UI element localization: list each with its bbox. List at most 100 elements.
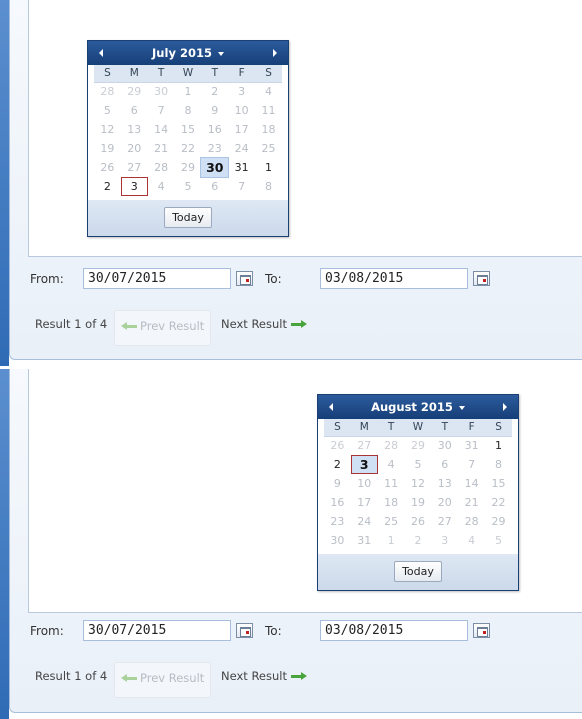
calendar-day[interactable]: 30 [324,531,351,550]
calendar-day[interactable]: 17 [351,493,378,512]
calendar-day[interactable]: 12 [405,474,432,493]
calendar-day[interactable]: 31 [228,158,255,177]
next-month-icon[interactable] [267,46,282,60]
calendar-day[interactable]: 28 [378,436,405,455]
calendar-day[interactable]: 5 [94,101,121,120]
calendar-day[interactable]: 4 [378,455,405,474]
calendar-day[interactable]: 8 [485,455,512,474]
calendar-day[interactable]: 14 [458,474,485,493]
calendar-day[interactable]: 13 [121,120,148,139]
calendar-day[interactable]: 26 [405,512,432,531]
calendar-day[interactable]: 30 [431,436,458,455]
calendar-day[interactable]: 27 [431,512,458,531]
calendar-day-focused[interactable]: 3 [120,177,148,196]
calendar-day[interactable]: 27 [121,158,148,177]
calendar-day[interactable]: 6 [201,177,228,196]
next-month-icon[interactable] [497,400,512,414]
calendar-day[interactable]: 20 [121,139,148,158]
calendar-day[interactable]: 18 [378,493,405,512]
from-calendar-icon[interactable] [236,623,253,638]
calendar-day[interactable]: 3 [228,82,255,101]
calendar-day[interactable]: 5 [405,455,432,474]
calendar-day[interactable]: 6 [121,101,148,120]
calendar-day[interactable]: 28 [94,82,121,101]
calendar-day[interactable]: 19 [405,493,432,512]
calendar-day[interactable]: 2 [201,82,228,101]
calendar-day-selected[interactable]: 30 [200,157,230,178]
calendar-month-title[interactable]: August 2015 [318,400,518,414]
calendar-day[interactable]: 20 [431,493,458,512]
calendar-day[interactable]: 17 [228,120,255,139]
calendar-day[interactable]: 4 [148,177,175,196]
today-button[interactable]: Today [394,561,442,582]
calendar-day[interactable]: 7 [228,177,255,196]
calendar-day[interactable]: 11 [255,101,282,120]
calendar-day[interactable]: 14 [148,120,175,139]
calendar-day[interactable]: 9 [201,101,228,120]
calendar-day[interactable]: 1 [175,82,202,101]
calendar-day[interactable]: 1 [485,436,512,455]
calendar-month-title[interactable]: July 2015 [88,46,288,60]
calendar-day[interactable]: 18 [255,120,282,139]
calendar-day[interactable]: 15 [175,120,202,139]
prev-result-button[interactable]: Prev Result [114,310,211,346]
calendar-day[interactable]: 22 [485,493,512,512]
calendar-day[interactable]: 5 [485,531,512,550]
calendar-day[interactable]: 31 [351,531,378,550]
calendar-day[interactable]: 28 [148,158,175,177]
calendar-day[interactable]: 29 [121,82,148,101]
calendar-day[interactable]: 13 [431,474,458,493]
calendar-day[interactable]: 16 [324,493,351,512]
calendar-day[interactable]: 7 [458,455,485,474]
calendar-day[interactable]: 11 [378,474,405,493]
calendar-day[interactable]: 27 [351,436,378,455]
calendar-day[interactable]: 8 [255,177,282,196]
calendar-day[interactable]: 3 [431,531,458,550]
calendar-day[interactable]: 2 [405,531,432,550]
calendar-day[interactable]: 28 [458,512,485,531]
next-result-button[interactable]: Next Result [221,669,307,683]
calendar-day[interactable]: 2 [324,455,351,474]
calendar-day[interactable]: 31 [458,436,485,455]
calendar-day[interactable]: 15 [485,474,512,493]
calendar-day[interactable]: 19 [94,139,121,158]
calendar-day[interactable]: 4 [458,531,485,550]
calendar-day[interactable]: 6 [431,455,458,474]
to-calendar-icon[interactable] [473,271,490,286]
from-calendar-icon[interactable] [236,271,253,286]
calendar-day[interactable]: 9 [324,474,351,493]
calendar-day[interactable]: 23 [201,139,228,158]
calendar-day[interactable]: 4 [255,82,282,101]
calendar-day[interactable]: 16 [201,120,228,139]
calendar-day[interactable]: 22 [175,139,202,158]
calendar-day[interactable]: 26 [324,436,351,455]
calendar-day[interactable]: 29 [405,436,432,455]
calendar-day[interactable]: 1 [378,531,405,550]
calendar-day[interactable]: 29 [485,512,512,531]
calendar-day[interactable]: 10 [228,101,255,120]
calendar-day[interactable]: 29 [175,158,202,177]
today-button[interactable]: Today [164,207,212,228]
next-result-button[interactable]: Next Result [221,317,307,331]
to-date-input[interactable]: 03/08/2015 [320,268,468,289]
calendar-day[interactable]: 10 [351,474,378,493]
calendar-day-selected[interactable]: 3 [350,455,378,474]
calendar-day[interactable]: 12 [94,120,121,139]
calendar-day[interactable]: 8 [175,101,202,120]
from-date-input[interactable]: 30/07/2015 [83,268,231,289]
to-date-input[interactable]: 03/08/2015 [320,620,468,641]
to-calendar-icon[interactable] [473,623,490,638]
calendar-day[interactable]: 24 [228,139,255,158]
calendar-day[interactable]: 25 [255,139,282,158]
calendar-day[interactable]: 23 [324,512,351,531]
prev-result-button[interactable]: Prev Result [114,662,211,698]
calendar-day[interactable]: 1 [255,158,282,177]
calendar-day[interactable]: 24 [351,512,378,531]
calendar-day[interactable]: 5 [175,177,202,196]
calendar-day[interactable]: 21 [148,139,175,158]
calendar-day[interactable]: 26 [94,158,121,177]
calendar-day[interactable]: 7 [148,101,175,120]
from-date-input[interactable]: 30/07/2015 [83,620,231,641]
calendar-day[interactable]: 25 [378,512,405,531]
calendar-day[interactable]: 30 [148,82,175,101]
